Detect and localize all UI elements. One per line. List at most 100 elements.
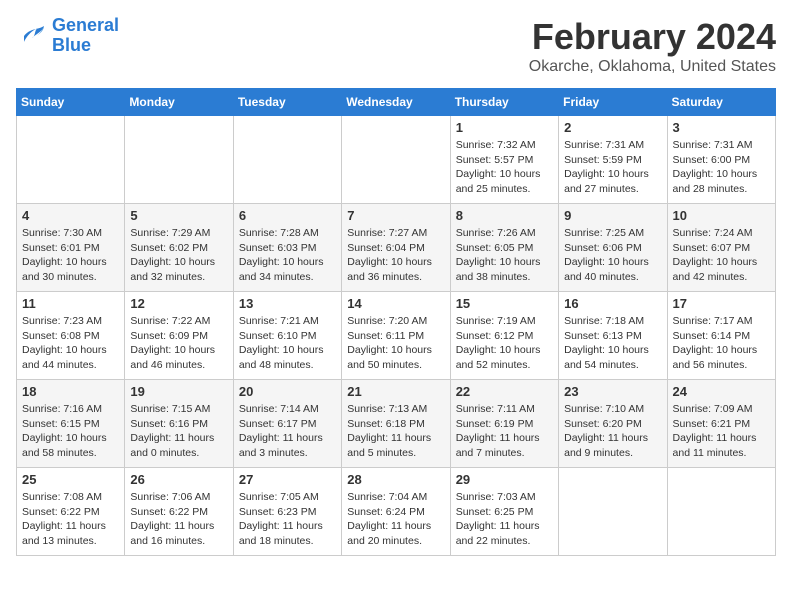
day-number: 5 [130,208,227,223]
day-info: Sunrise: 7:18 AMSunset: 6:13 PMDaylight:… [564,314,661,373]
calendar-week-row: 1 Sunrise: 7:32 AMSunset: 5:57 PMDaylight… [17,116,776,204]
day-info: Sunrise: 7:24 AMSunset: 6:07 PMDaylight:… [673,226,770,285]
title-block: February 2024 Okarche, Oklahoma, United … [529,16,776,76]
weekday-header: Saturday [667,89,775,116]
calendar-cell: 16 Sunrise: 7:18 AMSunset: 6:13 PMDayligh… [559,292,667,380]
day-number: 12 [130,296,227,311]
day-info: Sunrise: 7:06 AMSunset: 6:22 PMDaylight:… [130,490,227,549]
weekday-header: Wednesday [342,89,450,116]
day-number: 19 [130,384,227,399]
calendar-cell: 10 Sunrise: 7:24 AMSunset: 6:07 PMDayligh… [667,204,775,292]
calendar-cell: 5 Sunrise: 7:29 AMSunset: 6:02 PMDaylight… [125,204,233,292]
day-number: 16 [564,296,661,311]
day-info: Sunrise: 7:03 AMSunset: 6:25 PMDaylight:… [456,490,553,549]
day-number: 2 [564,120,661,135]
day-info: Sunrise: 7:28 AMSunset: 6:03 PMDaylight:… [239,226,336,285]
weekday-header: Tuesday [233,89,341,116]
calendar-cell: 27Sunrise: 7:05 AMSunset: 6:23 PMDayligh… [233,468,341,556]
calendar-cell: 2 Sunrise: 7:31 AMSunset: 5:59 PMDaylight… [559,116,667,204]
month-title: February 2024 [529,16,776,58]
day-info: Sunrise: 7:31 AMSunset: 5:59 PMDaylight:… [564,138,661,197]
calendar-cell: 13 Sunrise: 7:21 AMSunset: 6:10 PMDayligh… [233,292,341,380]
location-title: Okarche, Oklahoma, United States [529,58,776,76]
day-info: Sunrise: 7:15 AMSunset: 6:16 PMDaylight:… [130,402,227,461]
day-info: Sunrise: 7:26 AMSunset: 6:05 PMDaylight:… [456,226,553,285]
day-info: Sunrise: 7:08 AMSunset: 6:22 PMDaylight:… [22,490,119,549]
calendar-cell: 6Sunrise: 7:28 AMSunset: 6:03 PMDaylight… [233,204,341,292]
calendar-table: SundayMondayTuesdayWednesdayThursdayFrid… [16,88,776,556]
day-number: 3 [673,120,770,135]
calendar-cell: 29 Sunrise: 7:03 AMSunset: 6:25 PMDayligh… [450,468,558,556]
calendar-week-row: 11Sunrise: 7:23 AMSunset: 6:08 PMDayligh… [17,292,776,380]
calendar-cell: 14Sunrise: 7:20 AMSunset: 6:11 PMDayligh… [342,292,450,380]
calendar-cell [125,116,233,204]
calendar-cell [559,468,667,556]
day-number: 15 [456,296,553,311]
day-info: Sunrise: 7:32 AMSunset: 5:57 PMDaylight:… [456,138,553,197]
day-info: Sunrise: 7:09 AMSunset: 6:21 PMDaylight:… [673,402,770,461]
logo: General Blue [16,16,119,56]
weekday-header: Thursday [450,89,558,116]
calendar-cell: 1 Sunrise: 7:32 AMSunset: 5:57 PMDaylight… [450,116,558,204]
day-number: 1 [456,120,553,135]
calendar-cell [667,468,775,556]
day-number: 29 [456,472,553,487]
calendar-cell [17,116,125,204]
day-info: Sunrise: 7:10 AMSunset: 6:20 PMDaylight:… [564,402,661,461]
calendar-cell: 19 Sunrise: 7:15 AMSunset: 6:16 PMDayligh… [125,380,233,468]
day-number: 17 [673,296,770,311]
day-number: 23 [564,384,661,399]
calendar-cell: 9 Sunrise: 7:25 AMSunset: 6:06 PMDaylight… [559,204,667,292]
day-info: Sunrise: 7:21 AMSunset: 6:10 PMDaylight:… [239,314,336,373]
calendar-cell [233,116,341,204]
day-info: Sunrise: 7:16 AMSunset: 6:15 PMDaylight:… [22,402,119,461]
day-info: Sunrise: 7:23 AMSunset: 6:08 PMDaylight:… [22,314,119,373]
calendar-cell: 4 Sunrise: 7:30 AMSunset: 6:01 PMDaylight… [17,204,125,292]
day-number: 10 [673,208,770,223]
day-number: 24 [673,384,770,399]
day-number: 28 [347,472,444,487]
calendar-cell [342,116,450,204]
calendar-cell: 28Sunrise: 7:04 AMSunset: 6:24 PMDayligh… [342,468,450,556]
calendar-cell: 11Sunrise: 7:23 AMSunset: 6:08 PMDayligh… [17,292,125,380]
logo-bird-icon [16,22,48,50]
calendar-cell: 26 Sunrise: 7:06 AMSunset: 6:22 PMDayligh… [125,468,233,556]
calendar-cell: 12 Sunrise: 7:22 AMSunset: 6:09 PMDayligh… [125,292,233,380]
calendar-week-row: 18 Sunrise: 7:16 AMSunset: 6:15 PMDayligh… [17,380,776,468]
day-number: 26 [130,472,227,487]
calendar-cell: 25 Sunrise: 7:08 AMSunset: 6:22 PMDayligh… [17,468,125,556]
calendar-cell: 18 Sunrise: 7:16 AMSunset: 6:15 PMDayligh… [17,380,125,468]
calendar-cell: 8 Sunrise: 7:26 AMSunset: 6:05 PMDaylight… [450,204,558,292]
day-info: Sunrise: 7:29 AMSunset: 6:02 PMDaylight:… [130,226,227,285]
day-info: Sunrise: 7:19 AMSunset: 6:12 PMDaylight:… [456,314,553,373]
day-info: Sunrise: 7:30 AMSunset: 6:01 PMDaylight:… [22,226,119,285]
weekday-header: Sunday [17,89,125,116]
day-number: 18 [22,384,119,399]
day-number: 20 [239,384,336,399]
day-number: 9 [564,208,661,223]
day-info: Sunrise: 7:13 AMSunset: 6:18 PMDaylight:… [347,402,444,461]
day-info: Sunrise: 7:31 AMSunset: 6:00 PMDaylight:… [673,138,770,197]
day-number: 13 [239,296,336,311]
day-info: Sunrise: 7:14 AMSunset: 6:17 PMDaylight:… [239,402,336,461]
calendar-cell: 15 Sunrise: 7:19 AMSunset: 6:12 PMDayligh… [450,292,558,380]
day-number: 25 [22,472,119,487]
day-info: Sunrise: 7:25 AMSunset: 6:06 PMDaylight:… [564,226,661,285]
day-number: 22 [456,384,553,399]
day-info: Sunrise: 7:20 AMSunset: 6:11 PMDaylight:… [347,314,444,373]
calendar-header-row: SundayMondayTuesdayWednesdayThursdayFrid… [17,89,776,116]
calendar-cell: 23 Sunrise: 7:10 AMSunset: 6:20 PMDayligh… [559,380,667,468]
calendar-cell: 17 Sunrise: 7:17 AMSunset: 6:14 PMDayligh… [667,292,775,380]
day-info: Sunrise: 7:22 AMSunset: 6:09 PMDaylight:… [130,314,227,373]
day-number: 4 [22,208,119,223]
day-number: 8 [456,208,553,223]
calendar-cell: 22Sunrise: 7:11 AMSunset: 6:19 PMDayligh… [450,380,558,468]
day-number: 27 [239,472,336,487]
weekday-header: Monday [125,89,233,116]
day-number: 7 [347,208,444,223]
day-number: 21 [347,384,444,399]
logo-text: General Blue [52,16,119,56]
calendar-cell: 21 Sunrise: 7:13 AMSunset: 6:18 PMDayligh… [342,380,450,468]
calendar-week-row: 25 Sunrise: 7:08 AMSunset: 6:22 PMDayligh… [17,468,776,556]
day-info: Sunrise: 7:17 AMSunset: 6:14 PMDaylight:… [673,314,770,373]
